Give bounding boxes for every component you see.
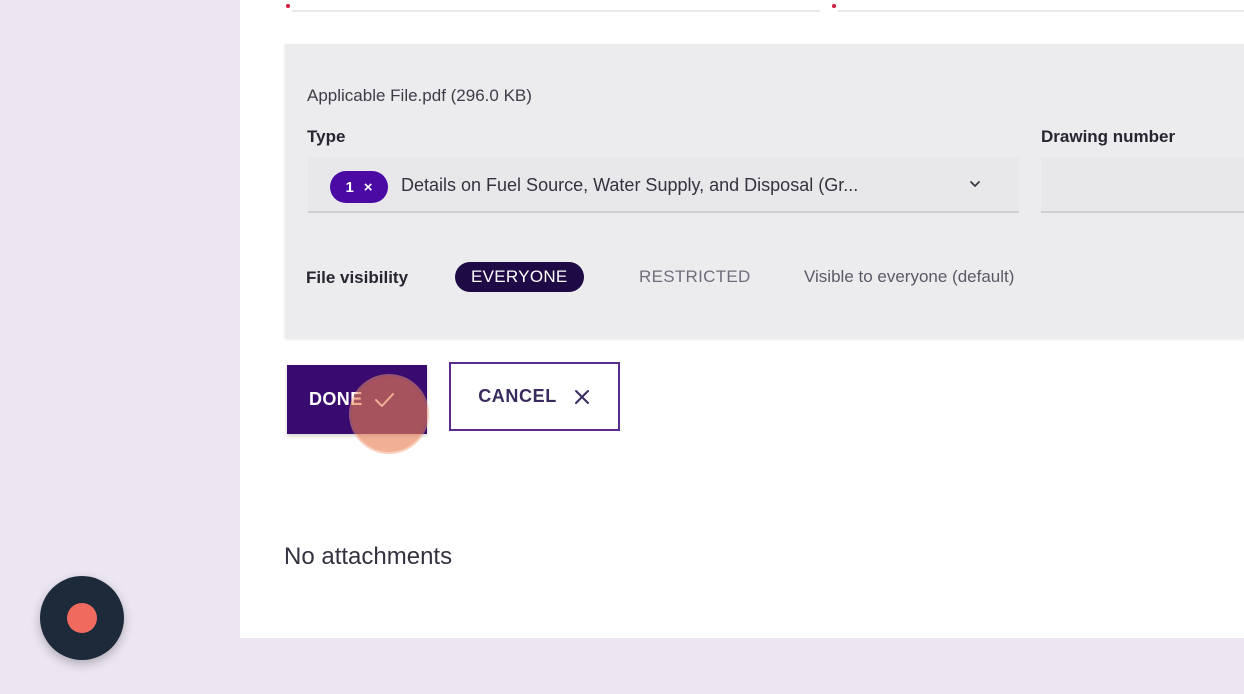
form-field-underline[interactable] xyxy=(832,0,1244,12)
chip-remove-icon[interactable]: × xyxy=(364,179,373,196)
close-icon xyxy=(574,389,589,404)
chip-count: 1 xyxy=(345,178,354,196)
attachment-card: Applicable File.pdf (296.0 KB) Type 1 × … xyxy=(240,0,1244,638)
type-count-chip[interactable]: 1 × xyxy=(330,171,388,203)
no-attachments-text: No attachments xyxy=(284,543,453,570)
record-button[interactable] xyxy=(40,576,124,660)
cancel-button-label: CANCEL xyxy=(478,386,557,406)
file-name: Applicable File.pdf (296.0 KB) xyxy=(307,86,532,105)
drawing-number-field[interactable] xyxy=(1041,157,1244,213)
visibility-everyone-button[interactable]: EVERYONE xyxy=(455,262,584,292)
drawing-number-label: Drawing number xyxy=(1041,127,1176,146)
file-upload-panel: Applicable File.pdf (296.0 KB) Type 1 × … xyxy=(285,44,1244,338)
check-icon xyxy=(374,392,394,407)
type-selected-value: Details on Fuel Source, Water Supply, an… xyxy=(401,175,859,195)
done-button[interactable]: DONE xyxy=(287,365,427,434)
required-indicator xyxy=(286,4,290,8)
record-icon xyxy=(67,603,97,633)
chevron-down-icon[interactable] xyxy=(968,177,982,191)
type-select[interactable]: 1 × Details on Fuel Source, Water Supply… xyxy=(308,157,1019,213)
type-label: Type xyxy=(307,127,346,146)
cancel-button[interactable]: CANCEL xyxy=(449,362,620,431)
done-button-label: DONE xyxy=(309,389,363,409)
form-field-underline[interactable] xyxy=(286,0,820,12)
visibility-restricted-button[interactable]: RESTRICTED xyxy=(623,262,767,292)
file-visibility-label: File visibility xyxy=(306,268,409,287)
visibility-help-text: Visible to everyone (default) xyxy=(804,267,1015,286)
required-indicator xyxy=(832,4,836,8)
